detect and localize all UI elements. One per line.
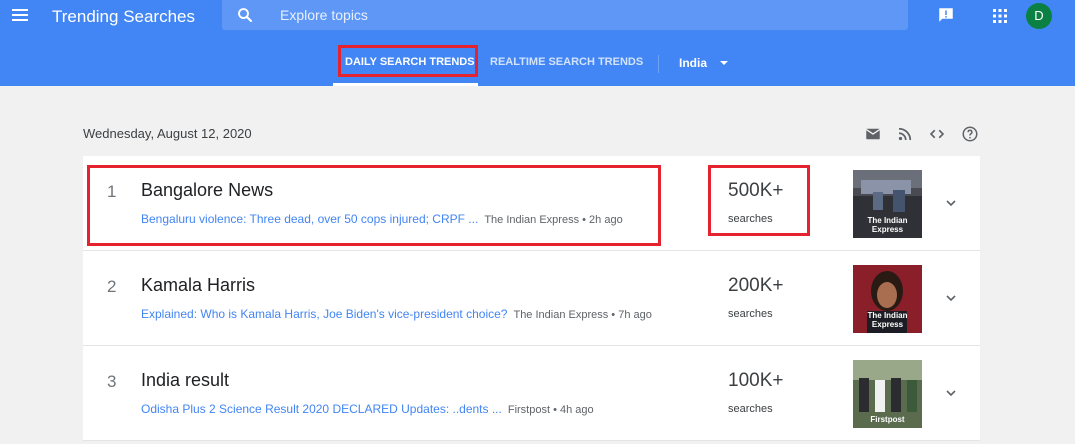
trend-article-source: The Indian Express • 2h ago	[484, 214, 623, 226]
search-input[interactable]	[280, 4, 880, 26]
trend-card[interactable]: 3 India result Odisha Plus 2 Science Res…	[83, 346, 980, 441]
geo-select[interactable]: India	[679, 56, 707, 70]
top-app-bar: Trending Searches D DAILY SEARCH TRENDS …	[0, 0, 1075, 86]
embed-code-icon[interactable]	[928, 125, 946, 143]
expand-chevron-icon[interactable]	[945, 387, 957, 399]
trend-search-count: 100K+	[728, 370, 784, 391]
date-label: Wednesday, August 12, 2020	[83, 126, 252, 141]
trend-search-count: 200K+	[728, 275, 784, 296]
trend-search-count: 500K+	[728, 180, 784, 201]
active-tab-indicator	[333, 83, 478, 86]
thumbnail-caption: Firstpost	[870, 415, 905, 424]
trend-article-link[interactable]: Explained: Who is Kamala Harris, Joe Bid…	[141, 307, 507, 321]
trend-title[interactable]: India result	[141, 370, 229, 391]
app-title: Trending Searches	[52, 7, 196, 26]
trend-rank: 1	[107, 182, 117, 201]
tab-realtime-search-trends[interactable]: REALTIME SEARCH TRENDS	[490, 56, 643, 68]
feedback-icon[interactable]	[937, 6, 955, 24]
trend-rank: 2	[107, 277, 117, 296]
trend-article-line: Odisha Plus 2 Science Result 2020 DECLAR…	[141, 402, 594, 416]
trend-search-count-label: searches	[728, 213, 773, 225]
trend-thumbnail[interactable]: The Indian Express	[853, 170, 922, 238]
trend-article-line: Bengaluru violence: Three dead, over 50 …	[141, 212, 623, 226]
trend-article-line: Explained: Who is Kamala Harris, Joe Bid…	[141, 307, 652, 321]
menu-icon[interactable]	[12, 9, 28, 23]
trend-search-count-label: searches	[728, 308, 773, 320]
trend-article-source: Firstpost • 4h ago	[507, 404, 594, 416]
tab-daily-search-trends[interactable]: DAILY SEARCH TRENDS	[345, 56, 475, 68]
trend-rank: 3	[107, 372, 117, 391]
trend-search-count-label: searches	[728, 403, 773, 415]
search-icon[interactable]	[236, 6, 254, 24]
trend-article-link[interactable]: Bengaluru violence: Three dead, over 50 …	[141, 212, 478, 226]
trend-title[interactable]: Kamala Harris	[141, 275, 255, 296]
trend-title[interactable]: Bangalore News	[141, 180, 273, 201]
apps-grid-icon[interactable]	[992, 8, 1008, 24]
trend-article-source: The Indian Express • 7h ago	[513, 309, 652, 321]
trend-article-link[interactable]: Odisha Plus 2 Science Result 2020 DECLAR…	[141, 402, 502, 416]
thumbnail-caption: The Indian Express	[867, 311, 908, 329]
trend-card[interactable]: 2 Kamala Harris Explained: Who is Kamala…	[83, 251, 980, 346]
dropdown-caret-icon[interactable]	[720, 61, 728, 65]
rss-icon[interactable]	[896, 125, 914, 143]
expand-chevron-icon[interactable]	[945, 197, 957, 209]
search-box[interactable]	[222, 0, 908, 30]
trend-card[interactable]: 1 Bangalore News Bengaluru violence: Thr…	[83, 156, 980, 251]
expand-chevron-icon[interactable]	[945, 292, 957, 304]
mail-icon[interactable]	[864, 125, 882, 143]
trend-thumbnail[interactable]: The Indian Express	[853, 265, 922, 333]
help-icon[interactable]	[961, 125, 979, 143]
avatar[interactable]: D	[1026, 3, 1052, 29]
thumbnail-caption: The Indian Express	[867, 216, 908, 234]
tab-divider	[658, 55, 659, 73]
trend-thumbnail[interactable]: Firstpost	[853, 360, 922, 428]
